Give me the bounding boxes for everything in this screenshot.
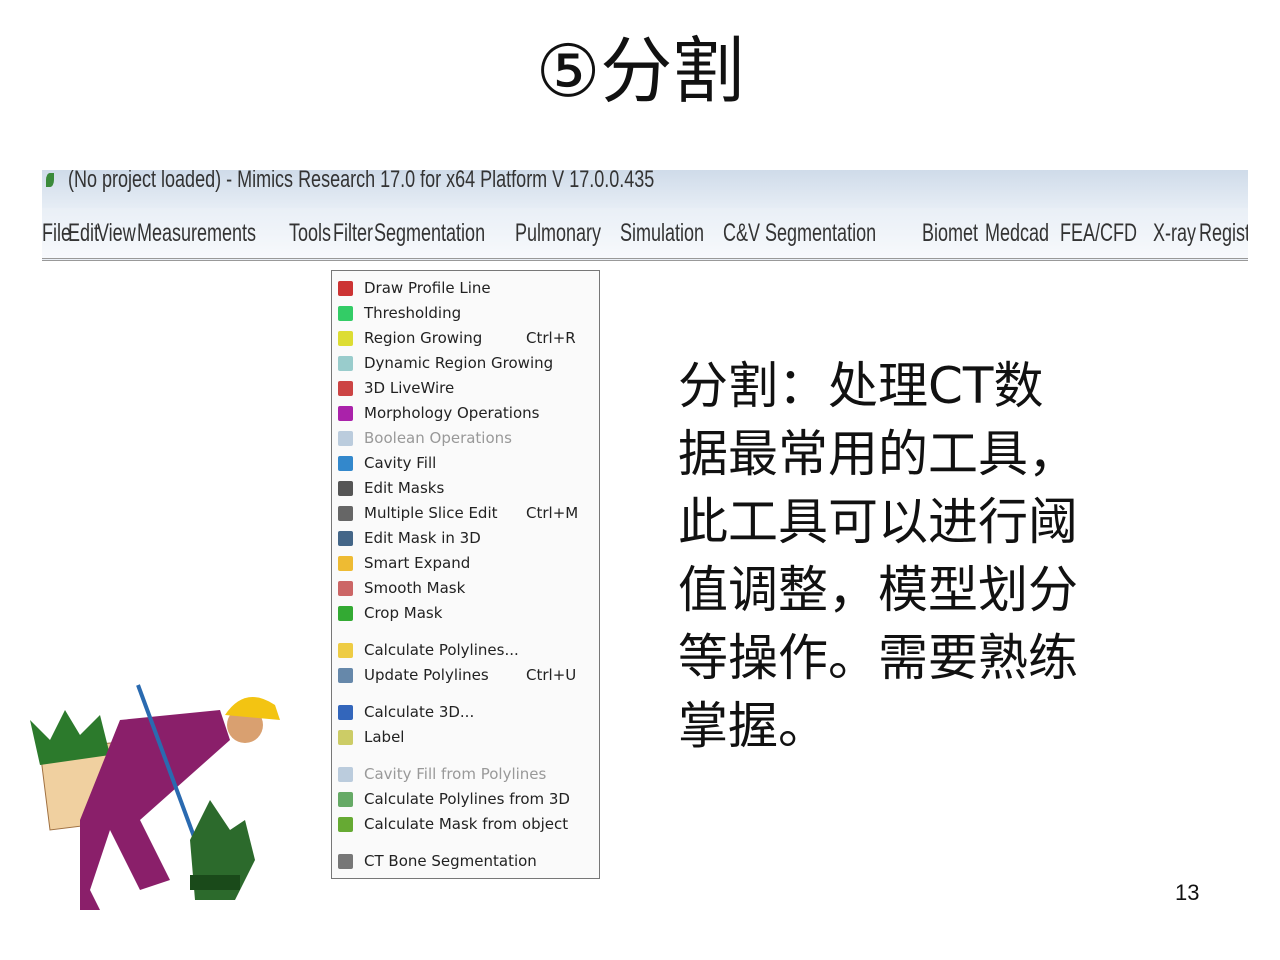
menu-item[interactable]: Draw Profile Line xyxy=(332,276,599,300)
smart-expand-icon xyxy=(338,555,353,571)
body-line: 据最常用的工具， xyxy=(678,425,1078,483)
menubar-item[interactable]: X-ray xyxy=(1153,219,1196,248)
menu-bar: File Edit View Measurements Tools Filter Segme… xyxy=(42,208,1248,261)
menu-item[interactable]: 3D LiveWire xyxy=(332,376,599,400)
menu-item-label: Thresholding xyxy=(364,304,462,322)
menu-item-label: Label xyxy=(364,728,405,746)
menu-item[interactable]: Calculate Polylines... xyxy=(332,638,599,662)
menu-item-label: Calculate Polylines... xyxy=(364,641,519,659)
thresholding-icon xyxy=(338,305,353,321)
menu-item-label: Edit Mask in 3D xyxy=(364,529,481,547)
calculate-polylines-icon xyxy=(338,642,353,658)
menu-item-shortcut: Ctrl+U xyxy=(526,666,577,684)
morphology-icon xyxy=(338,405,353,421)
menu-item[interactable]: Cavity Fill xyxy=(332,451,599,475)
menu-item-label: Multiple Slice Edit xyxy=(364,504,498,522)
menu-item[interactable]: Smart Expand xyxy=(332,551,599,575)
page-number: 13 xyxy=(1175,880,1200,905)
menubar-item[interactable]: Simulation xyxy=(620,219,704,248)
menu-item-label: Calculate Mask from object xyxy=(364,815,569,833)
dynamic-region-growing-icon xyxy=(338,355,353,371)
mask-from-object-icon xyxy=(338,816,353,832)
menu-item-label: Region Growing xyxy=(364,329,483,347)
menu-item[interactable]: Multiple Slice Edit Ctrl+M xyxy=(332,501,599,525)
menubar-item[interactable]: Registration xyxy=(1199,219,1248,248)
menu-item-label: Update Polylines xyxy=(364,666,489,684)
crop-mask-icon xyxy=(338,605,353,621)
menu-item[interactable]: Calculate Mask from object xyxy=(332,812,599,836)
menu-item[interactable]: Calculate Polylines from 3D xyxy=(332,787,599,811)
menu-item[interactable]: Cavity Fill from Polylines xyxy=(332,762,599,786)
update-polylines-icon xyxy=(338,667,353,683)
smooth-mask-icon xyxy=(338,580,353,596)
app-logo-icon xyxy=(46,173,54,187)
menu-item-label: Edit Masks xyxy=(364,479,445,497)
menu-item[interactable]: Calculate 3D... xyxy=(332,700,599,724)
menubar-item[interactable]: View xyxy=(97,219,136,248)
menubar-item[interactable]: Measurements xyxy=(137,219,256,248)
pencil-icon xyxy=(338,480,353,496)
boolean-icon xyxy=(338,430,353,446)
menubar-item[interactable]: FEA/CFD xyxy=(1060,219,1137,248)
menu-item-label: 3D LiveWire xyxy=(364,379,455,397)
cavity-fill-icon xyxy=(338,455,353,471)
menubar-item[interactable]: Pulmonary xyxy=(515,219,601,248)
menu-item[interactable]: Region Growing Ctrl+R xyxy=(332,326,599,350)
menubar-item[interactable]: Filter xyxy=(333,219,373,248)
segmentation-menu: Draw Profile Line Thresholding Region Grow… xyxy=(331,270,600,879)
cavity-fill-polylines-icon xyxy=(338,766,353,782)
menu-item-label: Dynamic Region Growing xyxy=(364,354,554,372)
menubar-item[interactable]: Medcad xyxy=(985,219,1049,248)
menu-item-label: Cavity Fill xyxy=(364,454,437,472)
menu-item[interactable]: Smooth Mask xyxy=(332,576,599,600)
menu-item-label: Cavity Fill from Polylines xyxy=(364,765,547,783)
body-line: 等操作。需要熟练 xyxy=(678,629,1078,687)
menu-item-label: Calculate Polylines from 3D xyxy=(364,790,570,808)
polylines-from-3d-icon xyxy=(338,791,353,807)
menu-item-shortcut: Ctrl+M xyxy=(526,504,579,522)
slide-title: ⑤分割 xyxy=(535,29,745,113)
menubar-item[interactable]: C&V Segmentation xyxy=(723,219,876,248)
menubar-item[interactable]: Segmentation xyxy=(374,219,485,248)
bone-icon xyxy=(338,853,353,869)
body-line: 此工具可以进行阈 xyxy=(678,493,1078,551)
gardener-clipart xyxy=(30,684,280,910)
menu-item-label: Morphology Operations xyxy=(364,404,540,422)
menu-item-label: Smooth Mask xyxy=(364,579,466,597)
body-line: 掌握。 xyxy=(678,697,828,755)
menu-item-label: Smart Expand xyxy=(364,554,471,572)
body-text: 分割：处理CT数 据最常用的工具， 此工具可以进行阈 值调整，模型划分 等操作。… xyxy=(678,352,1078,760)
menu-item[interactable]: Update Polylines Ctrl+U xyxy=(332,663,599,687)
label-icon xyxy=(338,729,353,745)
menu-item[interactable]: Boolean Operations xyxy=(332,426,599,450)
menubar-item[interactable]: Biomet xyxy=(922,219,978,248)
menubar-item[interactable]: Tools xyxy=(289,219,331,248)
window-title-bar: (No project loaded) - Mimics Research 17… xyxy=(42,170,1248,208)
multi-pencil-icon xyxy=(338,505,353,521)
menu-item[interactable]: Thresholding xyxy=(332,301,599,325)
menu-item-label: Draw Profile Line xyxy=(364,279,491,297)
body-line: 分割：处理CT数 xyxy=(678,357,1044,415)
body-line: 值调整，模型划分 xyxy=(678,561,1078,619)
menu-item[interactable]: Morphology Operations xyxy=(332,401,599,425)
menu-item[interactable]: Edit Masks xyxy=(332,476,599,500)
calculate-3d-icon xyxy=(338,704,353,720)
region-growing-icon xyxy=(338,330,353,346)
menu-item[interactable]: Crop Mask xyxy=(332,601,599,625)
menu-item[interactable]: Label xyxy=(332,725,599,749)
menubar-item[interactable]: Edit xyxy=(68,219,99,248)
menu-item-label: Crop Mask xyxy=(364,604,443,622)
menu-item[interactable]: Edit Mask in 3D xyxy=(332,526,599,550)
menu-item[interactable]: Dynamic Region Growing xyxy=(332,351,599,375)
profile-line-icon xyxy=(338,280,353,296)
menu-item-label: Calculate 3D... xyxy=(364,703,475,721)
menu-item[interactable]: CT Bone Segmentation xyxy=(332,849,599,873)
menu-item-shortcut: Ctrl+R xyxy=(526,329,576,347)
window-title: (No project loaded) - Mimics Research 17… xyxy=(68,170,655,193)
menu-item-label: Boolean Operations xyxy=(364,429,512,447)
edit-3d-icon xyxy=(338,530,353,546)
menubar-item[interactable]: File xyxy=(42,219,71,248)
menu-item-label: CT Bone Segmentation xyxy=(364,852,537,870)
livewire-icon xyxy=(338,380,353,396)
